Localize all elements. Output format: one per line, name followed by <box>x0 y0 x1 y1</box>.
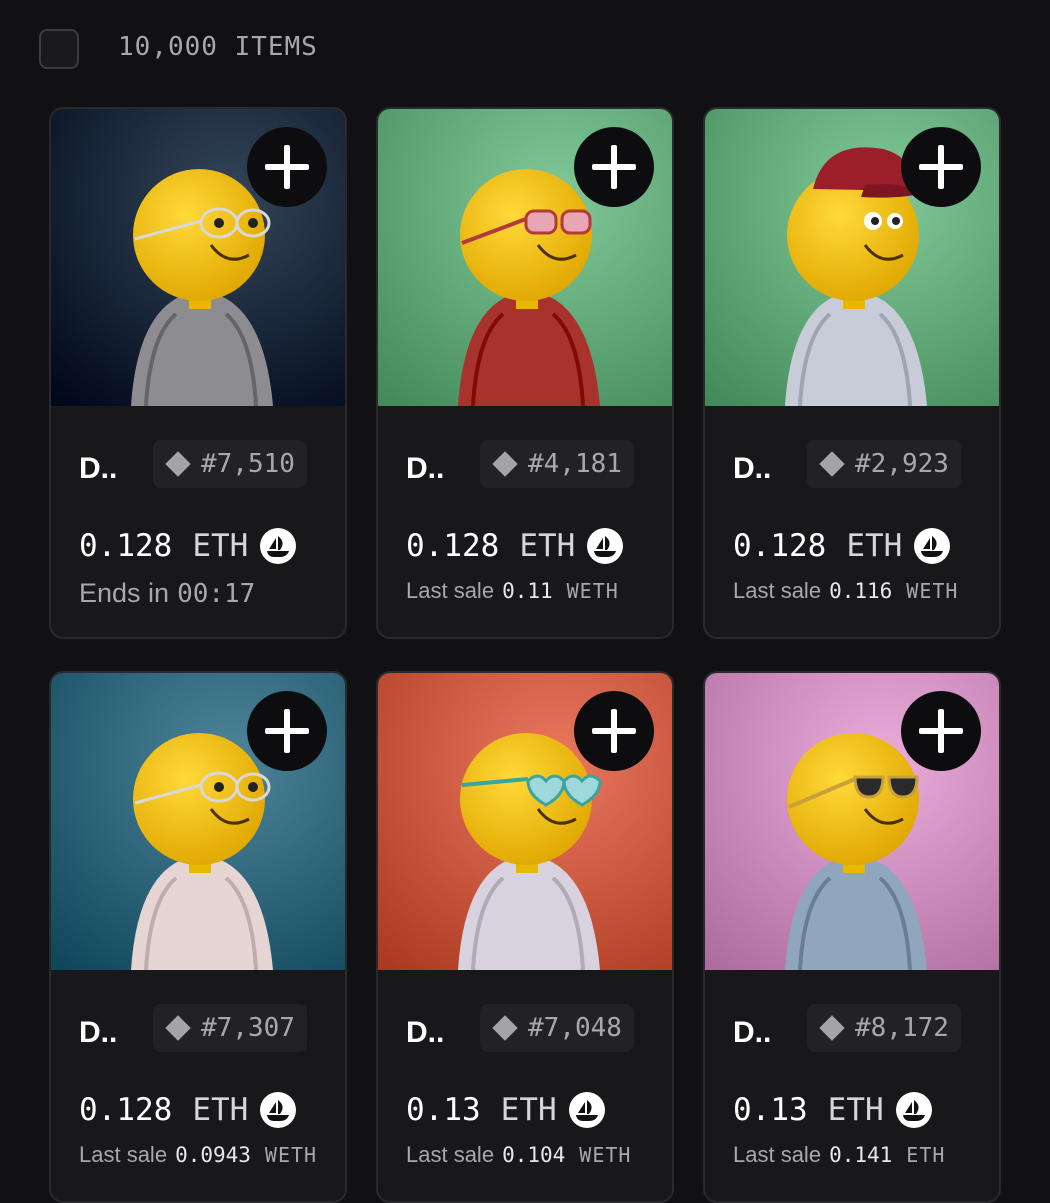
nft-grid: D.. #7,510 0.128 ETH Ends in 00:17 D.. #… <box>49 107 1001 1203</box>
token-id: #7,307 <box>201 1013 295 1043</box>
sale-info-label: Ends in <box>79 578 170 608</box>
nft-image[interactable] <box>51 673 345 970</box>
nft-image[interactable] <box>705 673 999 970</box>
sale-info-unit: WETH <box>566 579 619 603</box>
price-row: 0.128 ETH <box>79 1092 297 1128</box>
token-id-badge: #7,048 <box>480 1004 634 1052</box>
add-to-cart-button[interactable] <box>247 127 327 207</box>
price-currency: ETH <box>192 1092 249 1128</box>
price-currency: ETH <box>500 1092 557 1128</box>
sale-info-unit: WETH <box>579 1143 632 1167</box>
select-all-checkbox[interactable] <box>39 29 79 69</box>
price-value: 0.13 <box>406 1092 481 1128</box>
token-id: #2,923 <box>855 449 949 479</box>
diamond-icon <box>165 1015 191 1041</box>
toolbar: 10,000 ITEMS <box>0 0 1050 96</box>
diamond-icon <box>165 451 191 477</box>
opensea-icon <box>587 528 624 564</box>
token-id: #8,172 <box>855 1013 949 1043</box>
price-row: 0.128 ETH <box>406 528 624 564</box>
opensea-icon <box>260 1092 297 1128</box>
collection-name: D.. <box>733 452 772 485</box>
add-to-cart-button[interactable] <box>901 127 981 207</box>
sale-info: Ends in 00:17 <box>79 578 269 609</box>
sale-info: Last sale 0.11 WETH <box>406 578 619 604</box>
sale-info-unit: WETH <box>906 579 959 603</box>
price-value: 0.13 <box>733 1092 808 1128</box>
price-currency: ETH <box>846 528 903 564</box>
opensea-icon <box>895 1092 932 1128</box>
sale-info: Last sale 0.116 WETH <box>733 578 958 604</box>
sale-info: Last sale 0.141 ETH <box>733 1142 945 1168</box>
nft-image[interactable] <box>378 673 672 970</box>
opensea-icon <box>914 528 951 564</box>
sale-info-label: Last sale <box>406 1142 495 1167</box>
sale-info-label: Last sale <box>733 578 822 603</box>
collection-name: D.. <box>406 452 445 485</box>
price-value: 0.128 <box>406 528 500 564</box>
price-row: 0.128 ETH <box>733 528 951 564</box>
token-id: #7,048 <box>528 1013 622 1043</box>
nft-card[interactable]: D.. #2,923 0.128 ETH Last sale 0.116 WET… <box>703 107 1001 639</box>
add-to-cart-button[interactable] <box>574 127 654 207</box>
nft-card[interactable]: D.. #7,510 0.128 ETH Ends in 00:17 <box>49 107 347 639</box>
add-to-cart-button[interactable] <box>247 691 327 771</box>
price-row: 0.128 ETH <box>79 528 297 564</box>
token-id-badge: #8,172 <box>807 1004 961 1052</box>
opensea-icon <box>260 528 297 564</box>
add-to-cart-button[interactable] <box>574 691 654 771</box>
price-row: 0.13 ETH <box>733 1092 932 1128</box>
collection-name: D.. <box>406 1016 445 1049</box>
sale-info-unit: WETH <box>264 1143 318 1167</box>
price-currency: ETH <box>827 1092 884 1128</box>
price-row: 0.13 ETH <box>406 1092 605 1128</box>
diamond-icon <box>819 451 845 477</box>
token-id-badge: #7,307 <box>153 1004 307 1052</box>
sale-info-label: Last sale <box>733 1142 822 1167</box>
sale-info-value: 0.141 <box>829 1143 893 1167</box>
collection-name: D.. <box>733 1016 772 1049</box>
nft-card[interactable]: D.. #8,172 0.13 ETH Last sale 0.141 ETH <box>703 671 1001 1203</box>
sale-info: Last sale 0.104 WETH <box>406 1142 631 1168</box>
add-to-cart-button[interactable] <box>901 691 981 771</box>
nft-card[interactable]: D.. #7,048 0.13 ETH Last sale 0.104 WETH <box>376 671 674 1203</box>
price-value: 0.128 <box>733 528 827 564</box>
opensea-icon <box>568 1092 605 1128</box>
items-count: 10,000 ITEMS <box>118 32 318 62</box>
sale-info-value: 0.11 <box>502 579 553 603</box>
sale-info-label: Last sale <box>79 1142 168 1167</box>
sale-info-value: 0.0943 <box>175 1143 251 1167</box>
diamond-icon <box>819 1015 845 1041</box>
sale-info-value: 00:17 <box>177 579 256 609</box>
sale-info-label: Last sale <box>406 578 495 603</box>
nft-image[interactable] <box>378 109 672 406</box>
sale-info-value: 0.116 <box>829 579 893 603</box>
nft-card[interactable]: D.. #7,307 0.128 ETH Last sale 0.0943 WE… <box>49 671 347 1203</box>
collection-name: D.. <box>79 1016 118 1049</box>
diamond-icon <box>492 451 518 477</box>
token-id-badge: #7,510 <box>153 440 307 488</box>
price-value: 0.128 <box>79 1092 173 1128</box>
diamond-icon <box>492 1015 518 1041</box>
token-id-badge: #4,181 <box>480 440 634 488</box>
token-id: #7,510 <box>201 449 295 479</box>
token-id-badge: #2,923 <box>807 440 961 488</box>
sale-info-unit: ETH <box>906 1143 946 1167</box>
collection-name: D.. <box>79 452 118 485</box>
price-currency: ETH <box>519 528 576 564</box>
price-value: 0.128 <box>79 528 173 564</box>
nft-card[interactable]: D.. #4,181 0.128 ETH Last sale 0.11 WETH <box>376 107 674 639</box>
price-currency: ETH <box>192 528 249 564</box>
nft-image[interactable] <box>705 109 999 406</box>
token-id: #4,181 <box>528 449 622 479</box>
nft-image[interactable] <box>51 109 345 406</box>
sale-info-value: 0.104 <box>502 1143 566 1167</box>
sale-info: Last sale 0.0943 WETH <box>79 1142 317 1168</box>
